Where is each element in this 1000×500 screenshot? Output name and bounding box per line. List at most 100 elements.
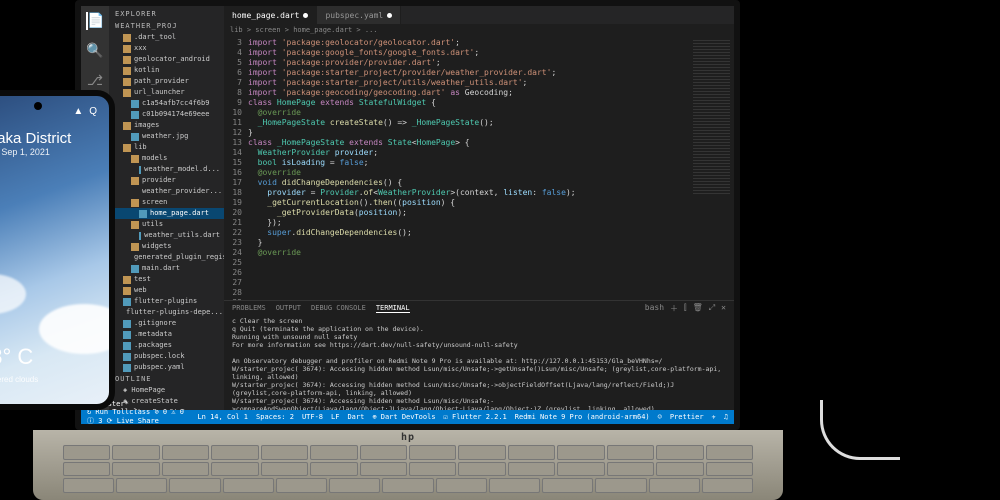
tree-item[interactable]: screen [113,197,224,208]
outline-title[interactable]: OUTLINE [109,373,224,385]
terminal-shell-label[interactable]: bash [645,303,664,314]
usb-cable [820,400,900,460]
terminal-split-icon[interactable]: ⫿ [684,303,687,314]
tree-item[interactable]: weather.jpg [113,131,224,142]
folder-icon [123,144,131,152]
outline-item[interactable]: ◈ HomePage [113,385,224,396]
status-item[interactable]: ⊘ 0 ⚠ 0 [154,408,184,416]
tree-item[interactable]: provider [113,175,224,186]
panel-tab[interactable]: PROBLEMS [232,304,266,312]
file-icon [123,298,131,306]
folder-icon [123,122,131,130]
hp-logo: hp [401,432,415,443]
status-item[interactable]: ⊕ Dart DevTools [372,413,435,421]
tree-item[interactable]: weather_model.d... [113,164,224,175]
file-icon [131,100,139,108]
tree-item[interactable]: weather_utils.dart [113,230,224,241]
file-icon [131,265,139,273]
source-control-icon[interactable]: ⎇ [86,72,104,90]
status-bar: ⎇ master* ↻ Run Tollclass ⊘ 0 ⚠ 0 ⓘ 3 ⟳ … [81,410,734,424]
terminal-trash-icon[interactable]: 🗑 [693,303,703,314]
minimap[interactable] [689,36,734,300]
status-item[interactable]: ✈ [712,413,716,421]
tree-item[interactable]: .dart_tool [113,32,224,43]
tree-item[interactable]: .metadata [113,329,224,340]
folder-icon [131,199,139,207]
cloud-graphic [0,274,26,314]
status-item[interactable]: Ln 14, Col 1 [197,413,248,421]
status-item[interactable]: UTF-8 [302,413,323,421]
editor-tab[interactable]: home_page.dart [224,6,317,24]
file-icon [131,111,139,119]
weather-date: Wed, Sep 1, 2021 [0,147,97,157]
tree-item[interactable]: c1a54afb7cc4f6b9 [113,98,224,109]
status-item[interactable]: ⓘ 3 [87,417,102,425]
tree-item[interactable]: generated_plugin_regis... [113,252,224,263]
folder-icon [123,56,131,64]
status-item[interactable]: Spaces: 2 [256,413,294,421]
vscode-window: 📄 🔍 ⎇ ▶ ▦ ◧ ⇄ ☑ ◆ ☻ ● ☺ ⚙ EXPLORER WEATH… [75,0,740,430]
tree-item[interactable]: weather_provider... [113,186,224,197]
explorer-icon[interactable]: 📄 [86,12,104,30]
editor-tabs: home_page.dartpubspec.yaml [224,6,734,24]
tree-item[interactable]: geolocator_android [113,54,224,65]
phone-device: ▲ Q Dhaka District Wed, Sep 1, 2021 28° … [0,90,115,410]
file-tree: .dart_toolxxxgeolocator_androidkotlinpat… [109,32,224,373]
tree-item[interactable]: c01b094174e69eee [113,109,224,120]
tree-item[interactable]: test [113,274,224,285]
status-item[interactable]: Redmi Note 9 Pro (android-arm64) [515,413,650,421]
code-lines[interactable]: import 'package:geolocator/geolocator.da… [248,36,734,300]
file-icon [123,342,131,350]
panel-tab[interactable]: DEBUG CONSOLE [311,304,366,312]
status-item[interactable]: ☺ [658,413,662,421]
file-icon [123,331,131,339]
panel-tab[interactable]: OUTPUT [276,304,301,312]
editor-tab[interactable]: pubspec.yaml [317,6,401,24]
folder-icon [123,45,131,53]
tree-item[interactable]: .gitignore [113,318,224,329]
notification-icon: ▲ [73,106,83,117]
tree-item[interactable]: home_page.dart [113,208,224,219]
laptop: 📄 🔍 ⎇ ▶ ▦ ◧ ⇄ ☑ ◆ ☻ ● ☺ ⚙ EXPLORER WEATH… [75,0,740,500]
tree-item[interactable]: utils [113,219,224,230]
tree-item[interactable]: pubspec.lock [113,351,224,362]
tree-item[interactable]: web [113,285,224,296]
folder-icon [123,67,131,75]
breadcrumb[interactable]: lib > screen > home_page.dart > ... [224,24,734,36]
tree-item[interactable]: flutter-plugins [113,296,224,307]
status-item[interactable]: ♫ [724,413,728,421]
tree-item[interactable]: kotlin [113,65,224,76]
laptop-base: hp [33,430,783,500]
file-icon [123,353,131,361]
explorer-title: EXPLORER [109,8,224,20]
dirty-indicator-icon [303,13,308,18]
panel-tab[interactable]: TERMINAL [376,304,410,313]
status-item[interactable]: LF [331,413,339,421]
code-editor[interactable]: 3456789101112131415161718192021222324252… [224,36,734,300]
panel-maximize-icon[interactable]: ⤢ [709,303,715,314]
tree-item[interactable]: .packages [113,340,224,351]
tree-item[interactable]: images [113,120,224,131]
folder-icon [123,89,131,97]
tree-item[interactable]: flutter-plugins-depe... [113,307,224,318]
tree-item[interactable]: main.dart [113,263,224,274]
tree-item[interactable]: url_launcher [113,87,224,98]
project-name[interactable]: WEATHER_PROJ [109,20,224,32]
tree-item[interactable]: widgets [113,241,224,252]
tree-item[interactable]: pubspec.yaml [113,362,224,373]
terminal-add-icon[interactable]: ＋ [670,303,678,314]
status-item[interactable]: Prettier [670,413,704,421]
status-item[interactable]: Dart [347,413,364,421]
tree-item[interactable]: lib [113,142,224,153]
file-icon [139,166,141,174]
folder-icon [123,276,131,284]
status-item[interactable]: ⟳ Live Share [107,417,159,425]
tree-item[interactable]: path_provider [113,76,224,87]
folder-icon [123,287,131,295]
tree-item[interactable]: models [113,153,224,164]
tree-item[interactable]: xxx [113,43,224,54]
status-item[interactable]: ☑ Flutter 2.2.1 [444,413,507,421]
panel-close-icon[interactable]: ✕ [721,303,726,314]
search-icon[interactable]: 🔍 [86,42,104,60]
terminal-output[interactable]: c Clear the screen q Quit (terminate the… [224,315,734,410]
